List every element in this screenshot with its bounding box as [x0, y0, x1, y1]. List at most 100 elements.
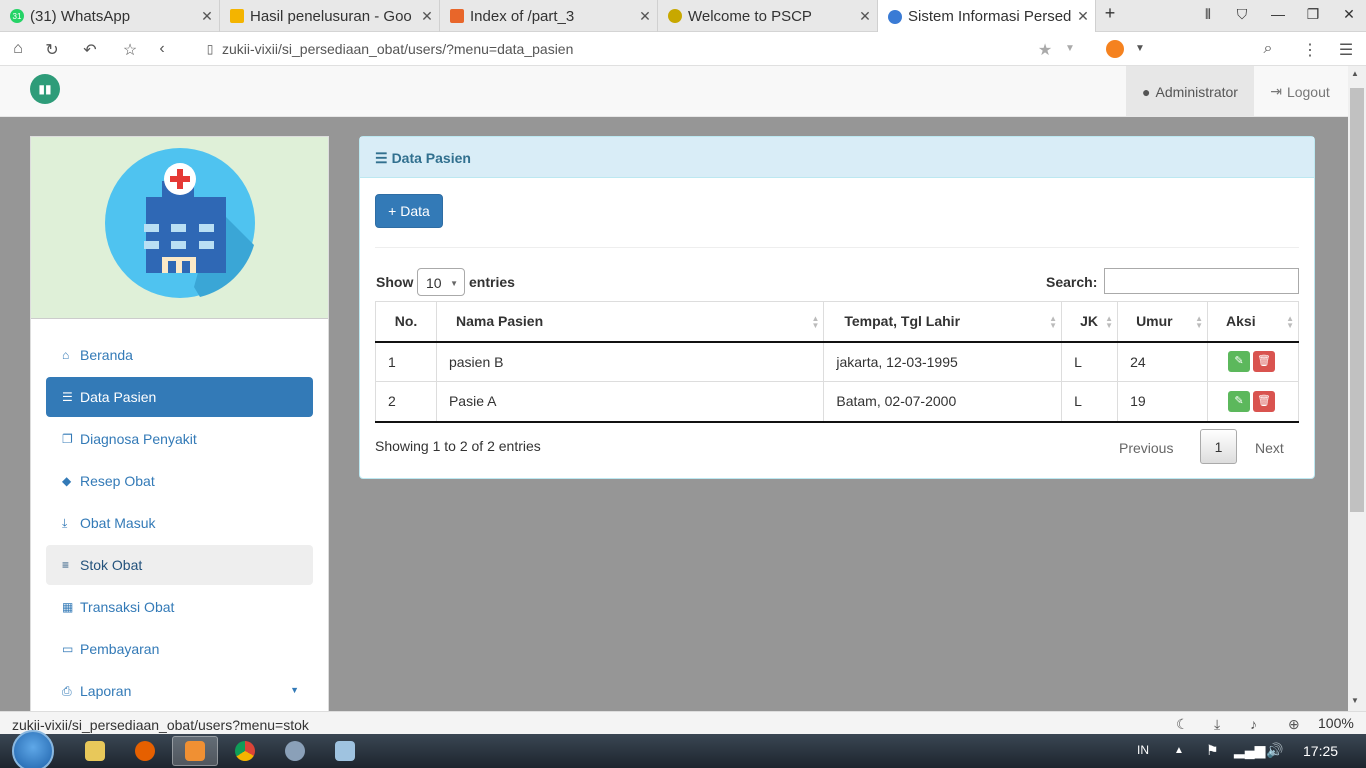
- sound-icon[interactable]: ♪: [1250, 716, 1257, 732]
- column-label: Aksi: [1226, 313, 1256, 330]
- column-header-tempat-tgl-lahir[interactable]: Tempat, Tgl Lahir ▲ ▼: [823, 301, 1063, 343]
- cell-nama-pasien: pasien B: [435, 341, 825, 382]
- taskbar-uc-browser[interactable]: [172, 736, 218, 766]
- credit-card-icon: ▭: [62, 642, 74, 656]
- scroll-down-icon[interactable]: ▼: [1351, 696, 1359, 705]
- tab-pscp[interactable]: Welcome to PSCP ✕: [658, 0, 878, 32]
- sidebar-item-resep-obat[interactable]: ◆ Resep Obat: [46, 461, 313, 501]
- new-tab-button[interactable]: +: [1100, 3, 1120, 24]
- close-window-icon[interactable]: ✕: [1339, 6, 1359, 23]
- tab-google[interactable]: Hasil penelusuran - Goo ✕: [220, 0, 440, 32]
- sidebar-item-data-pasien[interactable]: ☰ Data Pasien: [46, 377, 313, 417]
- page-length-select[interactable]: 10 ▼: [417, 268, 465, 296]
- network-icon[interactable]: ▂▄▆: [1234, 742, 1265, 759]
- zoom-level[interactable]: 100%: [1318, 715, 1354, 731]
- print-icon: ⎙: [62, 683, 72, 698]
- chevron-down-icon[interactable]: ▼: [1130, 43, 1150, 54]
- column-header-umur[interactable]: Umur ▲ ▼: [1117, 301, 1209, 343]
- back-icon[interactable]: ‹: [152, 40, 172, 58]
- sidebar-item-beranda[interactable]: ⌂ Beranda: [46, 335, 313, 375]
- page-1-button[interactable]: 1: [1200, 429, 1237, 464]
- search-icon[interactable]: ⌕: [1258, 40, 1278, 58]
- add-data-button[interactable]: + Data: [375, 194, 443, 228]
- tab-sistem-informasi[interactable]: Sistem Informasi Persed ✕: [878, 0, 1096, 33]
- chevron-down-icon[interactable]: ▼: [1060, 43, 1080, 54]
- reload-icon[interactable]: ↻: [42, 40, 62, 60]
- delete-button[interactable]: 🗑: [1253, 351, 1276, 373]
- tab-list-icon[interactable]: ⫴: [1198, 6, 1218, 23]
- sidebar-item-stok-obat[interactable]: ≡ Stok Obat: [46, 545, 313, 585]
- close-icon[interactable]: ✕: [415, 8, 439, 25]
- tab-whatsapp[interactable]: 31 (31) WhatsApp ✕: [0, 0, 220, 32]
- sidebar-item-diagnosa-penyakit[interactable]: ❐ Diagnosa Penyakit: [46, 419, 313, 459]
- taskbar-clock[interactable]: 17:25: [1303, 743, 1338, 759]
- sidebar-item-laporan[interactable]: ⎙ Laporan ▼: [46, 671, 313, 711]
- edit-button[interactable]: ✎: [1228, 390, 1251, 412]
- menu-icon[interactable]: ☰: [1336, 40, 1356, 60]
- start-button[interactable]: [12, 730, 54, 768]
- minimize-icon[interactable]: —: [1268, 6, 1288, 22]
- night-mode-icon[interactable]: ☾: [1176, 716, 1189, 733]
- column-header-jk[interactable]: JK ▲ ▼: [1061, 301, 1119, 343]
- browser-status-bar: zukii-vixii/si_persediaan_obat/users?men…: [0, 711, 1366, 734]
- logout-icon: ⇥: [1270, 83, 1282, 99]
- action-center-icon[interactable]: ⚑: [1206, 742, 1219, 759]
- tab-title: Sistem Informasi Persed: [908, 8, 1071, 25]
- next-page-button[interactable]: Next: [1255, 440, 1284, 456]
- tab-index[interactable]: Index of /part_3 ✕: [440, 0, 658, 32]
- cell-aksi: ✎ 🗑: [1207, 341, 1299, 382]
- sidebar-item-pembayaran[interactable]: ▭ Pembayaran: [46, 629, 313, 669]
- bookmark-star-icon[interactable]: ★: [1035, 40, 1055, 60]
- column-header-nama-pasien[interactable]: Nama Pasien ▲ ▼: [435, 301, 825, 343]
- cell-jk: L: [1061, 381, 1119, 423]
- star-icon[interactable]: ☆: [120, 40, 140, 60]
- table-icon: ▦: [62, 600, 74, 614]
- gear-icon: [285, 741, 305, 761]
- sidebar-item-obat-masuk[interactable]: ⤓ Obat Masuk: [46, 503, 313, 543]
- admin-menu[interactable]: ● Administrator: [1126, 66, 1254, 117]
- files-icon: ❐: [62, 432, 73, 446]
- restore-icon[interactable]: ❐: [1303, 6, 1323, 23]
- taskbar-settings[interactable]: [272, 736, 318, 766]
- search-input[interactable]: [1104, 268, 1299, 294]
- download-icon[interactable]: ⤓: [1214, 716, 1220, 733]
- taskbar-notepad[interactable]: [322, 736, 368, 766]
- sidebar-item-transaksi-obat[interactable]: ▦ Transaksi Obat: [46, 587, 313, 627]
- zoom-icon[interactable]: ⊕: [1288, 716, 1300, 733]
- taskbar-chrome[interactable]: [222, 736, 268, 766]
- sidebar-item-label: Transaksi Obat: [80, 599, 175, 615]
- more-icon[interactable]: ⋮: [1300, 40, 1320, 60]
- language-indicator[interactable]: IN: [1137, 743, 1149, 757]
- column-header-no[interactable]: No.: [375, 301, 437, 343]
- caret-down-icon: ▼: [290, 685, 299, 695]
- taskbar-explorer[interactable]: [72, 736, 118, 766]
- tray-expand-icon[interactable]: ▲: [1174, 745, 1184, 756]
- scroll-up-icon[interactable]: ▲: [1351, 69, 1359, 78]
- taskbar-firefox[interactable]: [122, 736, 168, 766]
- column-label: Tempat, Tgl Lahir: [844, 313, 961, 330]
- volume-icon[interactable]: 🔊: [1266, 742, 1283, 759]
- logout-link[interactable]: ⇥ Logout: [1262, 66, 1338, 117]
- column-label: Nama Pasien: [455, 313, 544, 330]
- column-header-aksi[interactable]: Aksi ▲ ▼: [1207, 301, 1299, 343]
- previous-page-button[interactable]: Previous: [1119, 440, 1173, 456]
- download-icon: ⤓: [62, 515, 68, 530]
- home-icon[interactable]: ⌂: [8, 40, 28, 58]
- sort-icon: ▲ ▼: [1049, 314, 1058, 330]
- close-icon[interactable]: ✕: [195, 8, 219, 25]
- address-bar[interactable]: zukii-vixii/si_persediaan_obat/users/?me…: [222, 41, 573, 57]
- close-icon[interactable]: ✕: [633, 8, 657, 25]
- app-logo[interactable]: ▮▮: [30, 74, 60, 104]
- edit-button[interactable]: ✎: [1228, 351, 1251, 373]
- delete-button[interactable]: 🗑: [1253, 390, 1276, 412]
- admin-label: Administrator: [1155, 83, 1238, 100]
- google-drive-icon: [230, 9, 244, 23]
- cell-no: 2: [375, 381, 437, 423]
- column-label: No.: [394, 313, 418, 330]
- search-engine-icon[interactable]: [1106, 40, 1124, 58]
- close-icon[interactable]: ✕: [1071, 8, 1095, 25]
- shield-icon[interactable]: ⛉: [1232, 6, 1252, 23]
- scrollbar-thumb[interactable]: [1350, 88, 1364, 512]
- close-icon[interactable]: ✕: [853, 8, 877, 25]
- undo-icon[interactable]: ↶: [80, 40, 100, 60]
